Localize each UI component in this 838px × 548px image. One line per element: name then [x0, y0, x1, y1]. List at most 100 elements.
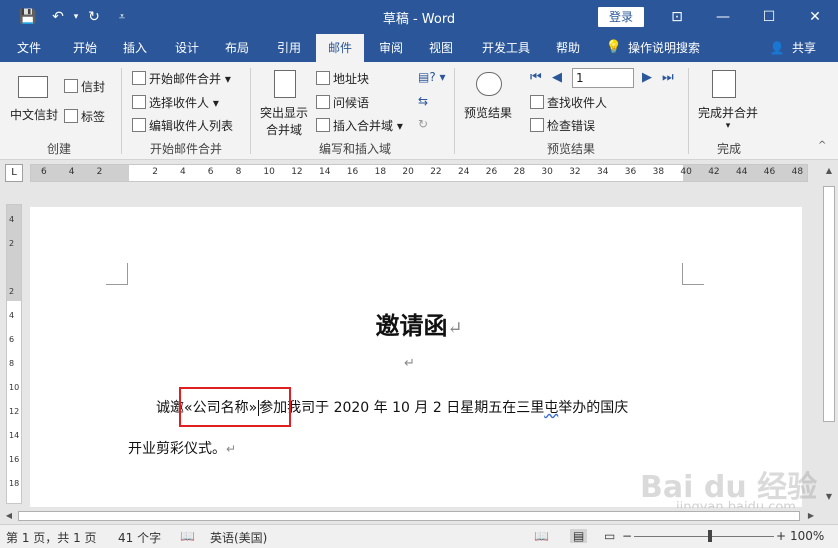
previous-record-icon[interactable]: ◀ [552, 70, 562, 85]
labels-button[interactable]: 标签 [64, 108, 105, 125]
scroll-down-icon[interactable]: ▼ [820, 492, 838, 501]
zoom-level[interactable]: 100% [790, 529, 824, 543]
vertical-scrollbar[interactable]: ▲ ▼ [820, 160, 838, 508]
web-layout-icon[interactable]: ▭ [604, 529, 615, 543]
scroll-left-icon[interactable]: ◀ [2, 511, 16, 520]
horizontal-scroll-thumb[interactable] [18, 511, 800, 521]
person-icon: 👤 [769, 41, 785, 55]
finish-merge-label: 完成并合并 [698, 106, 759, 120]
edit-list-label: 编辑收件人列表 [149, 119, 234, 133]
tab-file[interactable]: 文件 [6, 34, 52, 62]
tab-developer[interactable]: 开发工具 [474, 34, 538, 62]
greeting-line-button[interactable]: 问候语 [316, 94, 369, 111]
minimize-button[interactable]: — [700, 0, 746, 34]
collapse-ribbon-icon[interactable]: ^ [818, 140, 826, 151]
tell-me-search[interactable]: 操作说明搜索 [628, 34, 718, 62]
scroll-right-icon[interactable]: ▶ [804, 511, 818, 520]
word-count[interactable]: 41 个字 [118, 529, 161, 546]
find-recipient-icon [530, 95, 544, 109]
last-record-icon[interactable]: ⏭ [662, 70, 674, 85]
update-labels-icon: ↻ [418, 117, 429, 131]
title-text: 邀请函 [375, 311, 448, 340]
proofing-icon[interactable]: 📖 [180, 529, 195, 543]
page-count[interactable]: 第 1 页，共 1 页 [6, 529, 97, 546]
check-errors-button[interactable]: 检查错误 [530, 117, 595, 134]
chinese-envelope-button[interactable]: 中文信封 [10, 106, 58, 123]
find-recipient-button[interactable]: 查找收件人 [530, 94, 607, 111]
close-button[interactable]: ✕ [792, 0, 838, 34]
vertical-scroll-thumb[interactable] [823, 186, 835, 422]
tab-view[interactable]: 视图 [418, 34, 464, 62]
save-icon[interactable]: 💾 [18, 7, 38, 27]
tab-design[interactable]: 设计 [164, 34, 210, 62]
tab-help[interactable]: 帮助 [546, 34, 590, 62]
annotation-red-box [179, 387, 291, 427]
ruler-number: 10 [263, 167, 275, 177]
ribbon-display-options-icon[interactable]: ⊡ [654, 0, 700, 34]
highlight-label-2: 合并域 [266, 123, 303, 137]
insert-merge-field-button[interactable]: 插入合并域 ▾ [316, 117, 403, 134]
ruler-number: 6 [41, 167, 47, 177]
ribbon-tabs: 文件 开始 插入 设计 布局 引用 邮件 审阅 视图 开发工具 帮助 💡 操作说… [0, 34, 838, 62]
address-block-button[interactable]: 地址块 [316, 70, 369, 87]
vruler-number: 10 [9, 383, 20, 392]
lightbulb-icon: 💡 [605, 40, 623, 55]
print-layout-icon[interactable]: ▤ [570, 529, 588, 543]
ruler-number: 36 [624, 167, 637, 177]
zoom-slider[interactable] [634, 536, 774, 537]
first-record-icon[interactable]: ⏮ [530, 70, 542, 85]
match-fields-icon[interactable]: ⇆ [418, 94, 428, 108]
scroll-up-icon[interactable]: ▲ [820, 166, 838, 175]
edit-recipient-list-button[interactable]: 编辑收件人列表 [132, 117, 233, 134]
ruler-number: 22 [430, 167, 442, 177]
vruler-number: 2 [9, 287, 15, 296]
ruler-number: 38 [652, 167, 665, 177]
tab-references[interactable]: 引用 [266, 34, 312, 62]
customize-qat-icon[interactable]: ⩡ [112, 7, 132, 27]
zoom-in-button[interactable]: + [776, 529, 786, 543]
ruler-number: 42 [708, 167, 720, 177]
read-mode-icon[interactable]: 📖 [534, 529, 549, 543]
preview-results-button[interactable]: 预览结果 [464, 104, 512, 121]
tab-review[interactable]: 审阅 [368, 34, 414, 62]
next-record-icon[interactable]: ▶ [642, 70, 652, 85]
finish-merge-button[interactable]: 完成并合并 ▾ [698, 104, 758, 131]
select-recipients-button[interactable]: 选择收件人 ▾ [132, 94, 219, 111]
chinese-envelope-icon [18, 76, 48, 98]
horizontal-scrollbar[interactable]: ◀ ▶ [0, 508, 820, 524]
horizontal-ruler[interactable]: 6 4 2 2 4 6 8 10 12 14 16 18 20 22 24 26 28 30 32 34 36 38 40 4… [30, 164, 808, 182]
start-mail-merge-button[interactable]: 开始邮件合并 ▾ [132, 70, 231, 87]
redo-icon[interactable]: ↻ [84, 7, 104, 27]
ruler-number: 8 [235, 167, 242, 177]
envelope-button[interactable]: 信封 [64, 78, 105, 95]
preview-results-icon [476, 72, 502, 96]
undo-icon[interactable]: ↶ [48, 7, 68, 27]
login-button[interactable]: 登录 [598, 7, 644, 27]
share-button[interactable]: 共享 [788, 34, 820, 62]
select-recipients-label: 选择收件人 [149, 96, 210, 110]
tab-mailings[interactable]: 邮件 [316, 34, 364, 62]
highlight-merge-fields-button[interactable]: 突出显示 合并域 [260, 104, 308, 138]
document-title[interactable]: 邀请函↵ [0, 306, 838, 341]
address-block-label: 地址块 [333, 72, 370, 86]
tab-layout[interactable]: 布局 [214, 34, 260, 62]
vertical-ruler[interactable]: 4 2 2 4 6 8 10 12 14 16 18 [6, 204, 22, 504]
group-label-start-merge: 开始邮件合并 [149, 142, 222, 156]
body-paragraph-line-2[interactable]: 开业剪彩仪式。↵ [128, 438, 236, 458]
tab-insert[interactable]: 插入 [112, 34, 158, 62]
language-indicator[interactable]: 英语(美国) [210, 529, 267, 546]
tab-home[interactable]: 开始 [60, 34, 110, 62]
labels-label: 标签 [81, 110, 106, 124]
zoom-slider-thumb[interactable] [708, 530, 712, 542]
ruler-number: 34 [597, 167, 609, 177]
maximize-button[interactable]: ☐ [746, 0, 792, 34]
ruler-number: 16 [346, 167, 359, 177]
undo-dropdown-icon[interactable]: ▾ [66, 7, 86, 27]
record-number-input[interactable]: 1 [572, 68, 634, 88]
vruler-number: 2 [9, 239, 15, 248]
tab-selector[interactable]: L [5, 164, 23, 182]
zoom-out-button[interactable]: − [622, 529, 632, 543]
text-run: 参加我司于 2020 年 10 月 2 日星期五在三里 [258, 400, 545, 416]
check-errors-label: 检查错误 [547, 119, 596, 133]
rules-icon[interactable]: ▤? ▾ [418, 70, 446, 84]
